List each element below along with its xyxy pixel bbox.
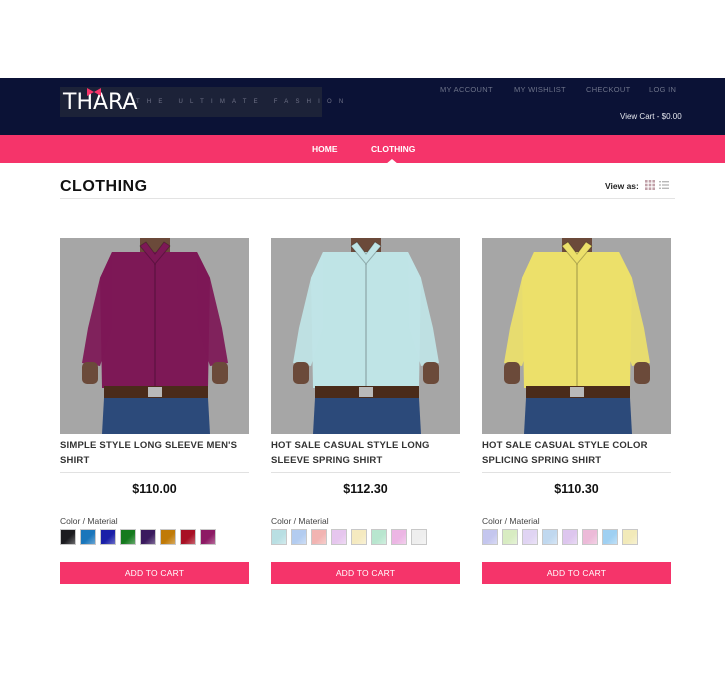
main-nav: HOME CLOTHING: [0, 135, 725, 164]
nav-home[interactable]: HOME: [312, 144, 338, 154]
view-cart-link[interactable]: View Cart - $0.00: [620, 112, 682, 121]
login-link[interactable]: LOG IN: [649, 85, 676, 94]
color-swatch[interactable]: [562, 529, 578, 545]
add-to-cart-button[interactable]: ADD TO CART: [271, 562, 460, 584]
product-image[interactable]: [482, 238, 671, 434]
shirt-illustration: [504, 238, 650, 434]
product-price: $110.00: [132, 482, 177, 496]
nav-clothing[interactable]: CLOTHING: [371, 144, 415, 154]
page-title: CLOTHING: [60, 178, 148, 195]
color-swatch[interactable]: [160, 529, 176, 545]
product-image[interactable]: [60, 238, 249, 434]
color-swatch[interactable]: [351, 529, 367, 545]
product-name[interactable]: HOT SALE CASUAL STYLE COLOR SPLICING SPR…: [482, 438, 671, 468]
color-material-label: Color / Material: [271, 516, 329, 526]
product-image[interactable]: [271, 238, 460, 434]
color-swatches: [60, 529, 249, 545]
product-divider: [482, 472, 671, 473]
product-name[interactable]: HOT SALE CASUAL STYLE LONG SLEEVE SPRING…: [271, 438, 460, 468]
product-card: HOT SALE CASUAL STYLE COLOR SPLICING SPR…: [482, 238, 671, 584]
color-swatch[interactable]: [271, 529, 287, 545]
color-swatch[interactable]: [502, 529, 518, 545]
add-to-cart-button[interactable]: ADD TO CART: [482, 562, 671, 584]
color-swatch[interactable]: [582, 529, 598, 545]
color-swatch[interactable]: [180, 529, 196, 545]
color-swatch[interactable]: [291, 529, 307, 545]
color-swatch[interactable]: [371, 529, 387, 545]
my-account-link[interactable]: MY ACCOUNT: [440, 85, 493, 94]
view-as-label: View as:: [605, 181, 639, 191]
product-card: SIMPLE STYLE LONG SLEEVE MEN'S SHIRT $11…: [60, 238, 249, 584]
color-swatch[interactable]: [522, 529, 538, 545]
color-swatch[interactable]: [542, 529, 558, 545]
product-divider: [60, 472, 249, 473]
color-swatch[interactable]: [311, 529, 327, 545]
color-swatch[interactable]: [100, 529, 116, 545]
color-swatch[interactable]: [391, 529, 407, 545]
list-view-icon[interactable]: [659, 180, 669, 190]
shirt-illustration: [82, 238, 228, 434]
color-swatch[interactable]: [602, 529, 618, 545]
color-swatch[interactable]: [120, 529, 136, 545]
color-swatch[interactable]: [200, 529, 216, 545]
product-card: HOT SALE CASUAL STYLE LONG SLEEVE SPRING…: [271, 238, 460, 584]
color-swatch[interactable]: [622, 529, 638, 545]
color-swatch[interactable]: [411, 529, 427, 545]
account-links: MY ACCOUNT MY WISHLIST CHECKOUT LOG IN: [0, 85, 725, 99]
color-swatch[interactable]: [140, 529, 156, 545]
logo-tagline: THE ULTIMATE FASHION: [136, 99, 351, 105]
color-swatch[interactable]: [482, 529, 498, 545]
color-swatch[interactable]: [331, 529, 347, 545]
title-divider: [60, 198, 675, 199]
shirt-illustration: [293, 238, 439, 434]
color-material-label: Color / Material: [482, 516, 540, 526]
color-material-label: Color / Material: [60, 516, 118, 526]
add-to-cart-button[interactable]: ADD TO CART: [60, 562, 249, 584]
grid-view-icon[interactable]: [645, 180, 655, 190]
color-swatch[interactable]: [60, 529, 76, 545]
product-price: $112.30: [343, 482, 388, 496]
checkout-link[interactable]: CHECKOUT: [586, 85, 631, 94]
my-wishlist-link[interactable]: MY WISHLIST: [514, 85, 566, 94]
product-name[interactable]: SIMPLE STYLE LONG SLEEVE MEN'S SHIRT: [60, 438, 249, 468]
color-swatches: [482, 529, 671, 545]
color-swatch[interactable]: [80, 529, 96, 545]
product-divider: [271, 472, 460, 473]
site-header: THARA THE ULTIMATE FASHION MY ACCOUNT MY…: [0, 78, 725, 135]
product-price: $110.30: [554, 482, 599, 496]
color-swatches: [271, 529, 460, 545]
active-nav-caret: [386, 159, 398, 164]
